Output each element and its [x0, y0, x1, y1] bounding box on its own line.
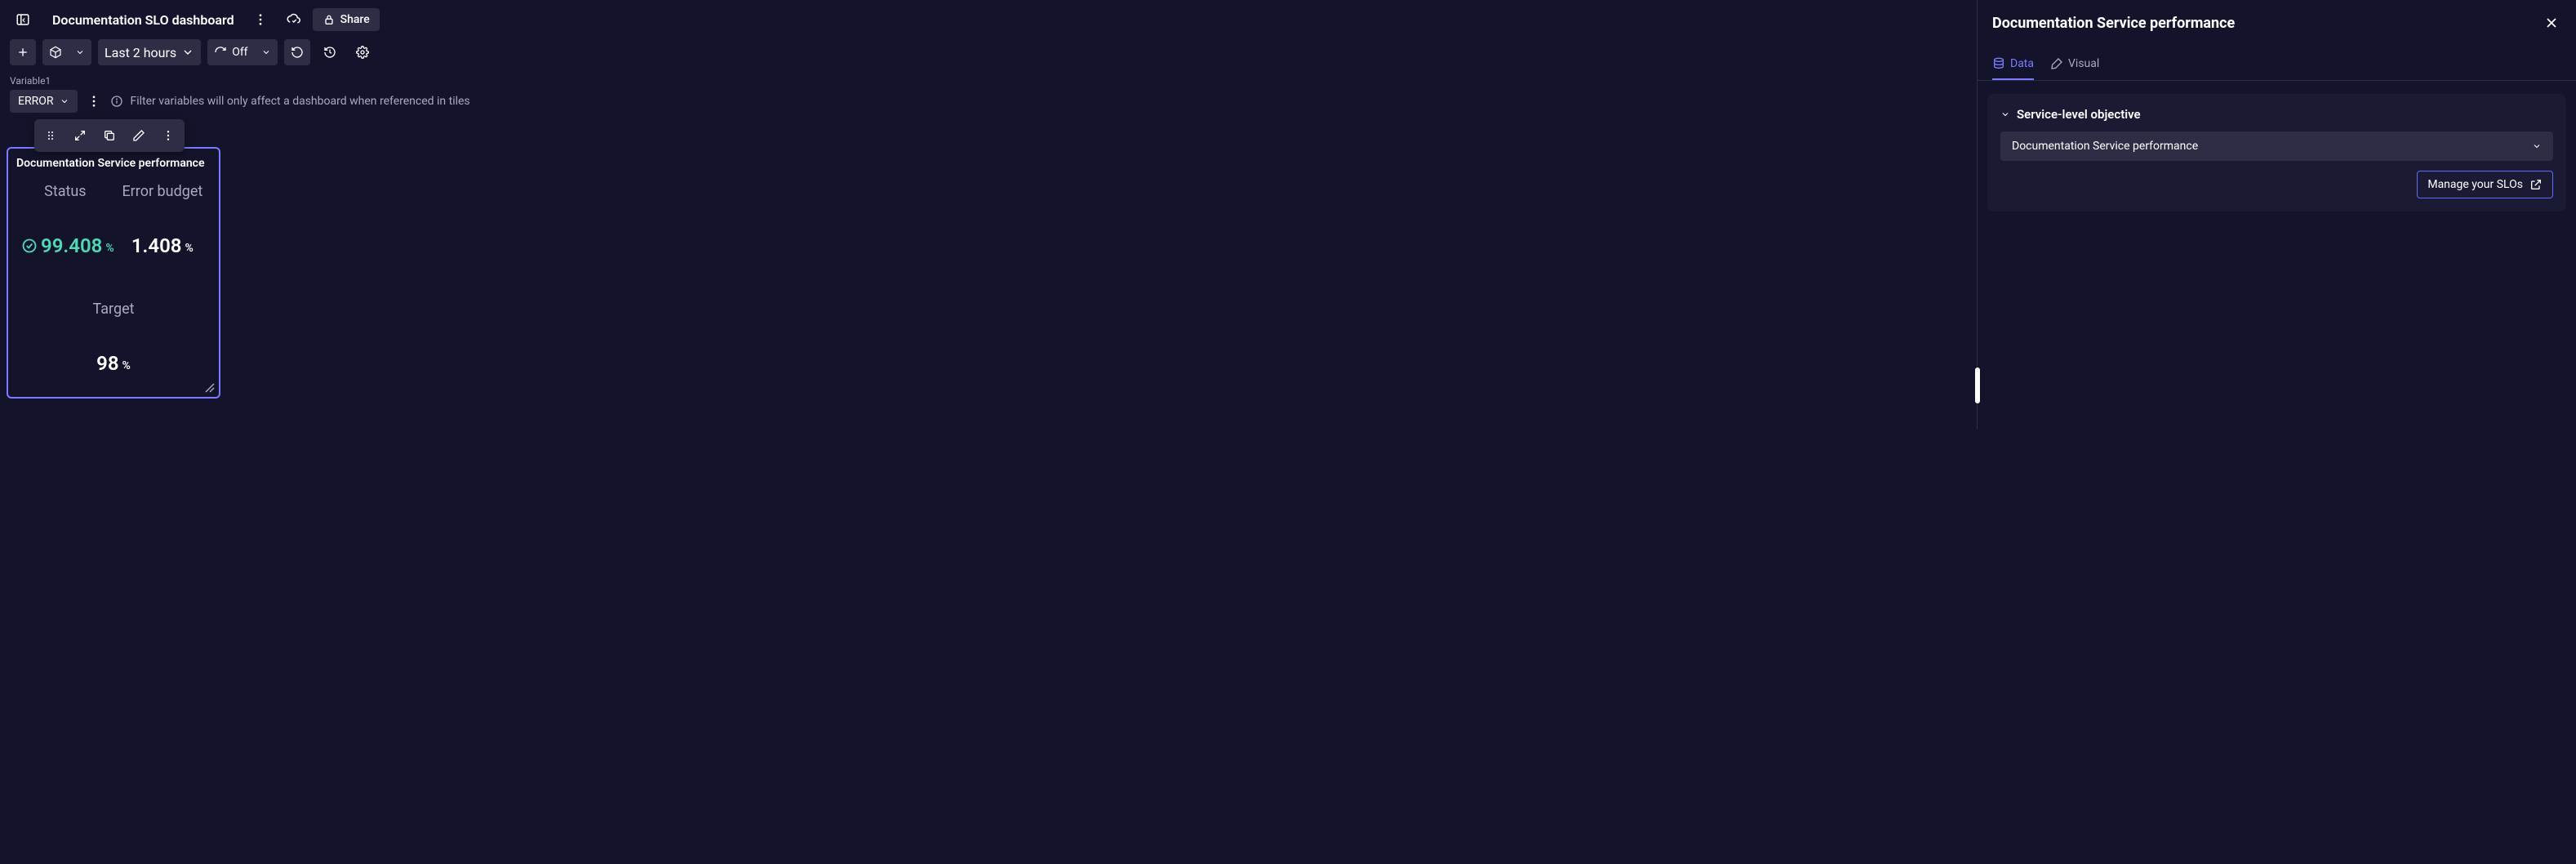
auto-refresh-control[interactable]: Off — [207, 39, 277, 65]
chevron-down-icon — [261, 47, 271, 57]
tab-data[interactable]: Data — [1992, 49, 2034, 80]
chevron-down-icon — [181, 46, 194, 59]
tile-type-dropdown[interactable] — [42, 39, 91, 65]
target-label: Target — [16, 271, 211, 352]
resize-handle-icon — [202, 381, 216, 394]
settings-button[interactable] — [349, 39, 376, 65]
tile-expand-button[interactable] — [67, 122, 93, 149]
close-icon — [2543, 15, 2560, 31]
panel-resize-handle[interactable] — [1975, 367, 1980, 403]
collapse-panel-button[interactable] — [10, 7, 36, 33]
chevron-down-icon — [2532, 141, 2542, 151]
error-budget-label: Error budget — [114, 176, 211, 234]
status-label: Status — [16, 176, 114, 234]
tile-title: Documentation Service performance — [16, 157, 211, 170]
variable-value-dropdown[interactable]: ERROR — [10, 90, 78, 113]
tile-duplicate-button[interactable] — [96, 122, 122, 149]
timerange-label: Last 2 hours — [105, 45, 176, 60]
dots-vertical-icon — [162, 129, 175, 142]
timerange-picker[interactable]: Last 2 hours — [98, 39, 201, 65]
tile-metrics-grid: Status Error budget 99.408% 1.408% Targe… — [16, 176, 211, 389]
tab-visual[interactable]: Visual — [2050, 49, 2099, 80]
variable-menu-button[interactable] — [84, 91, 104, 111]
check-circle-icon — [21, 238, 38, 254]
dashboard-title: Documentation SLO dashboard — [52, 12, 234, 28]
filter-hint-text: Filter variables will only affect a dash… — [130, 95, 469, 108]
expand-icon — [73, 129, 87, 142]
refresh-icon — [291, 46, 304, 59]
manage-slos-button[interactable]: Manage your SLOs — [2417, 171, 2553, 198]
info-icon — [110, 95, 123, 108]
slo-section: Service-level objective Documentation Se… — [1987, 94, 2566, 212]
top-header: Documentation SLO dashboard Share — [0, 0, 1977, 39]
tab-data-label: Data — [2010, 57, 2034, 70]
refresh-cycle-icon — [214, 46, 227, 59]
variable-controls: ERROR Filter variables will only affect … — [10, 90, 1967, 113]
chevron-down-icon — [60, 96, 69, 106]
tile-config-panel: Documentation Service performance Data V… — [1977, 0, 2576, 430]
dots-vertical-icon — [87, 94, 101, 109]
chevron-down-icon — [75, 47, 85, 57]
share-label: Share — [340, 13, 370, 26]
tile-action-toolbar — [34, 119, 185, 152]
add-tile-button[interactable] — [10, 39, 36, 65]
config-panel-title: Documentation Service performance — [1992, 15, 2235, 32]
grip-icon — [44, 129, 57, 142]
slo-select-dropdown[interactable]: Documentation Service performance — [2000, 131, 2553, 161]
brush-icon — [2050, 57, 2063, 70]
cloud-sync-icon — [286, 12, 300, 27]
history-icon — [323, 46, 336, 59]
external-link-icon — [2529, 178, 2543, 191]
tile-edit-button[interactable] — [126, 122, 152, 149]
lock-icon — [323, 13, 336, 26]
pencil-icon — [132, 129, 145, 142]
variable-value: ERROR — [18, 95, 53, 108]
slo-section-title: Service-level objective — [2017, 107, 2141, 122]
tile-drag-handle[interactable] — [38, 122, 64, 149]
manage-slo-row: Manage your SLOs — [1997, 161, 2556, 198]
dashboard-toolbar: Last 2 hours Off — [0, 39, 1977, 72]
panel-left-icon — [16, 12, 30, 27]
dashboard-canvas: Documentation Service performance Status… — [0, 119, 1977, 430]
auto-refresh-label: Off — [232, 46, 247, 59]
config-panel-header: Documentation Service performance — [1978, 0, 2576, 49]
close-panel-button[interactable] — [2542, 13, 2561, 33]
slo-tile[interactable]: Documentation Service performance Status… — [7, 147, 220, 399]
plus-icon — [16, 46, 29, 59]
tab-visual-label: Visual — [2068, 57, 2099, 70]
share-button[interactable]: Share — [313, 8, 380, 31]
tile-resize-handle[interactable] — [202, 381, 216, 394]
slo-selected-value: Documentation Service performance — [2012, 140, 2198, 153]
status-value: 99.408% — [16, 234, 114, 272]
config-tabs: Data Visual — [1978, 49, 2576, 81]
cube-icon — [49, 46, 62, 59]
variables-row: Variable1 ERROR Filter variables will on… — [0, 72, 1977, 119]
dashboard-menu-button[interactable] — [247, 7, 274, 33]
tile-more-button[interactable] — [155, 122, 181, 149]
slo-section-header[interactable]: Service-level objective — [1997, 104, 2556, 131]
database-icon — [1992, 57, 2005, 70]
chevron-down-icon — [2000, 109, 2010, 119]
sync-button[interactable] — [280, 7, 306, 33]
error-budget-value: 1.408% — [114, 234, 211, 272]
refresh-now-button[interactable] — [284, 39, 310, 65]
dashboard-main-panel: Documentation SLO dashboard Share — [0, 0, 1977, 430]
filter-hint: Filter variables will only affect a dash… — [110, 95, 469, 108]
history-button[interactable] — [317, 39, 343, 65]
manage-slos-label: Manage your SLOs — [2427, 178, 2523, 191]
dots-vertical-icon — [253, 12, 268, 27]
variable-label: Variable1 — [10, 75, 1967, 87]
gear-icon — [356, 46, 369, 59]
target-value: 98% — [16, 352, 211, 390]
copy-icon — [103, 129, 116, 142]
